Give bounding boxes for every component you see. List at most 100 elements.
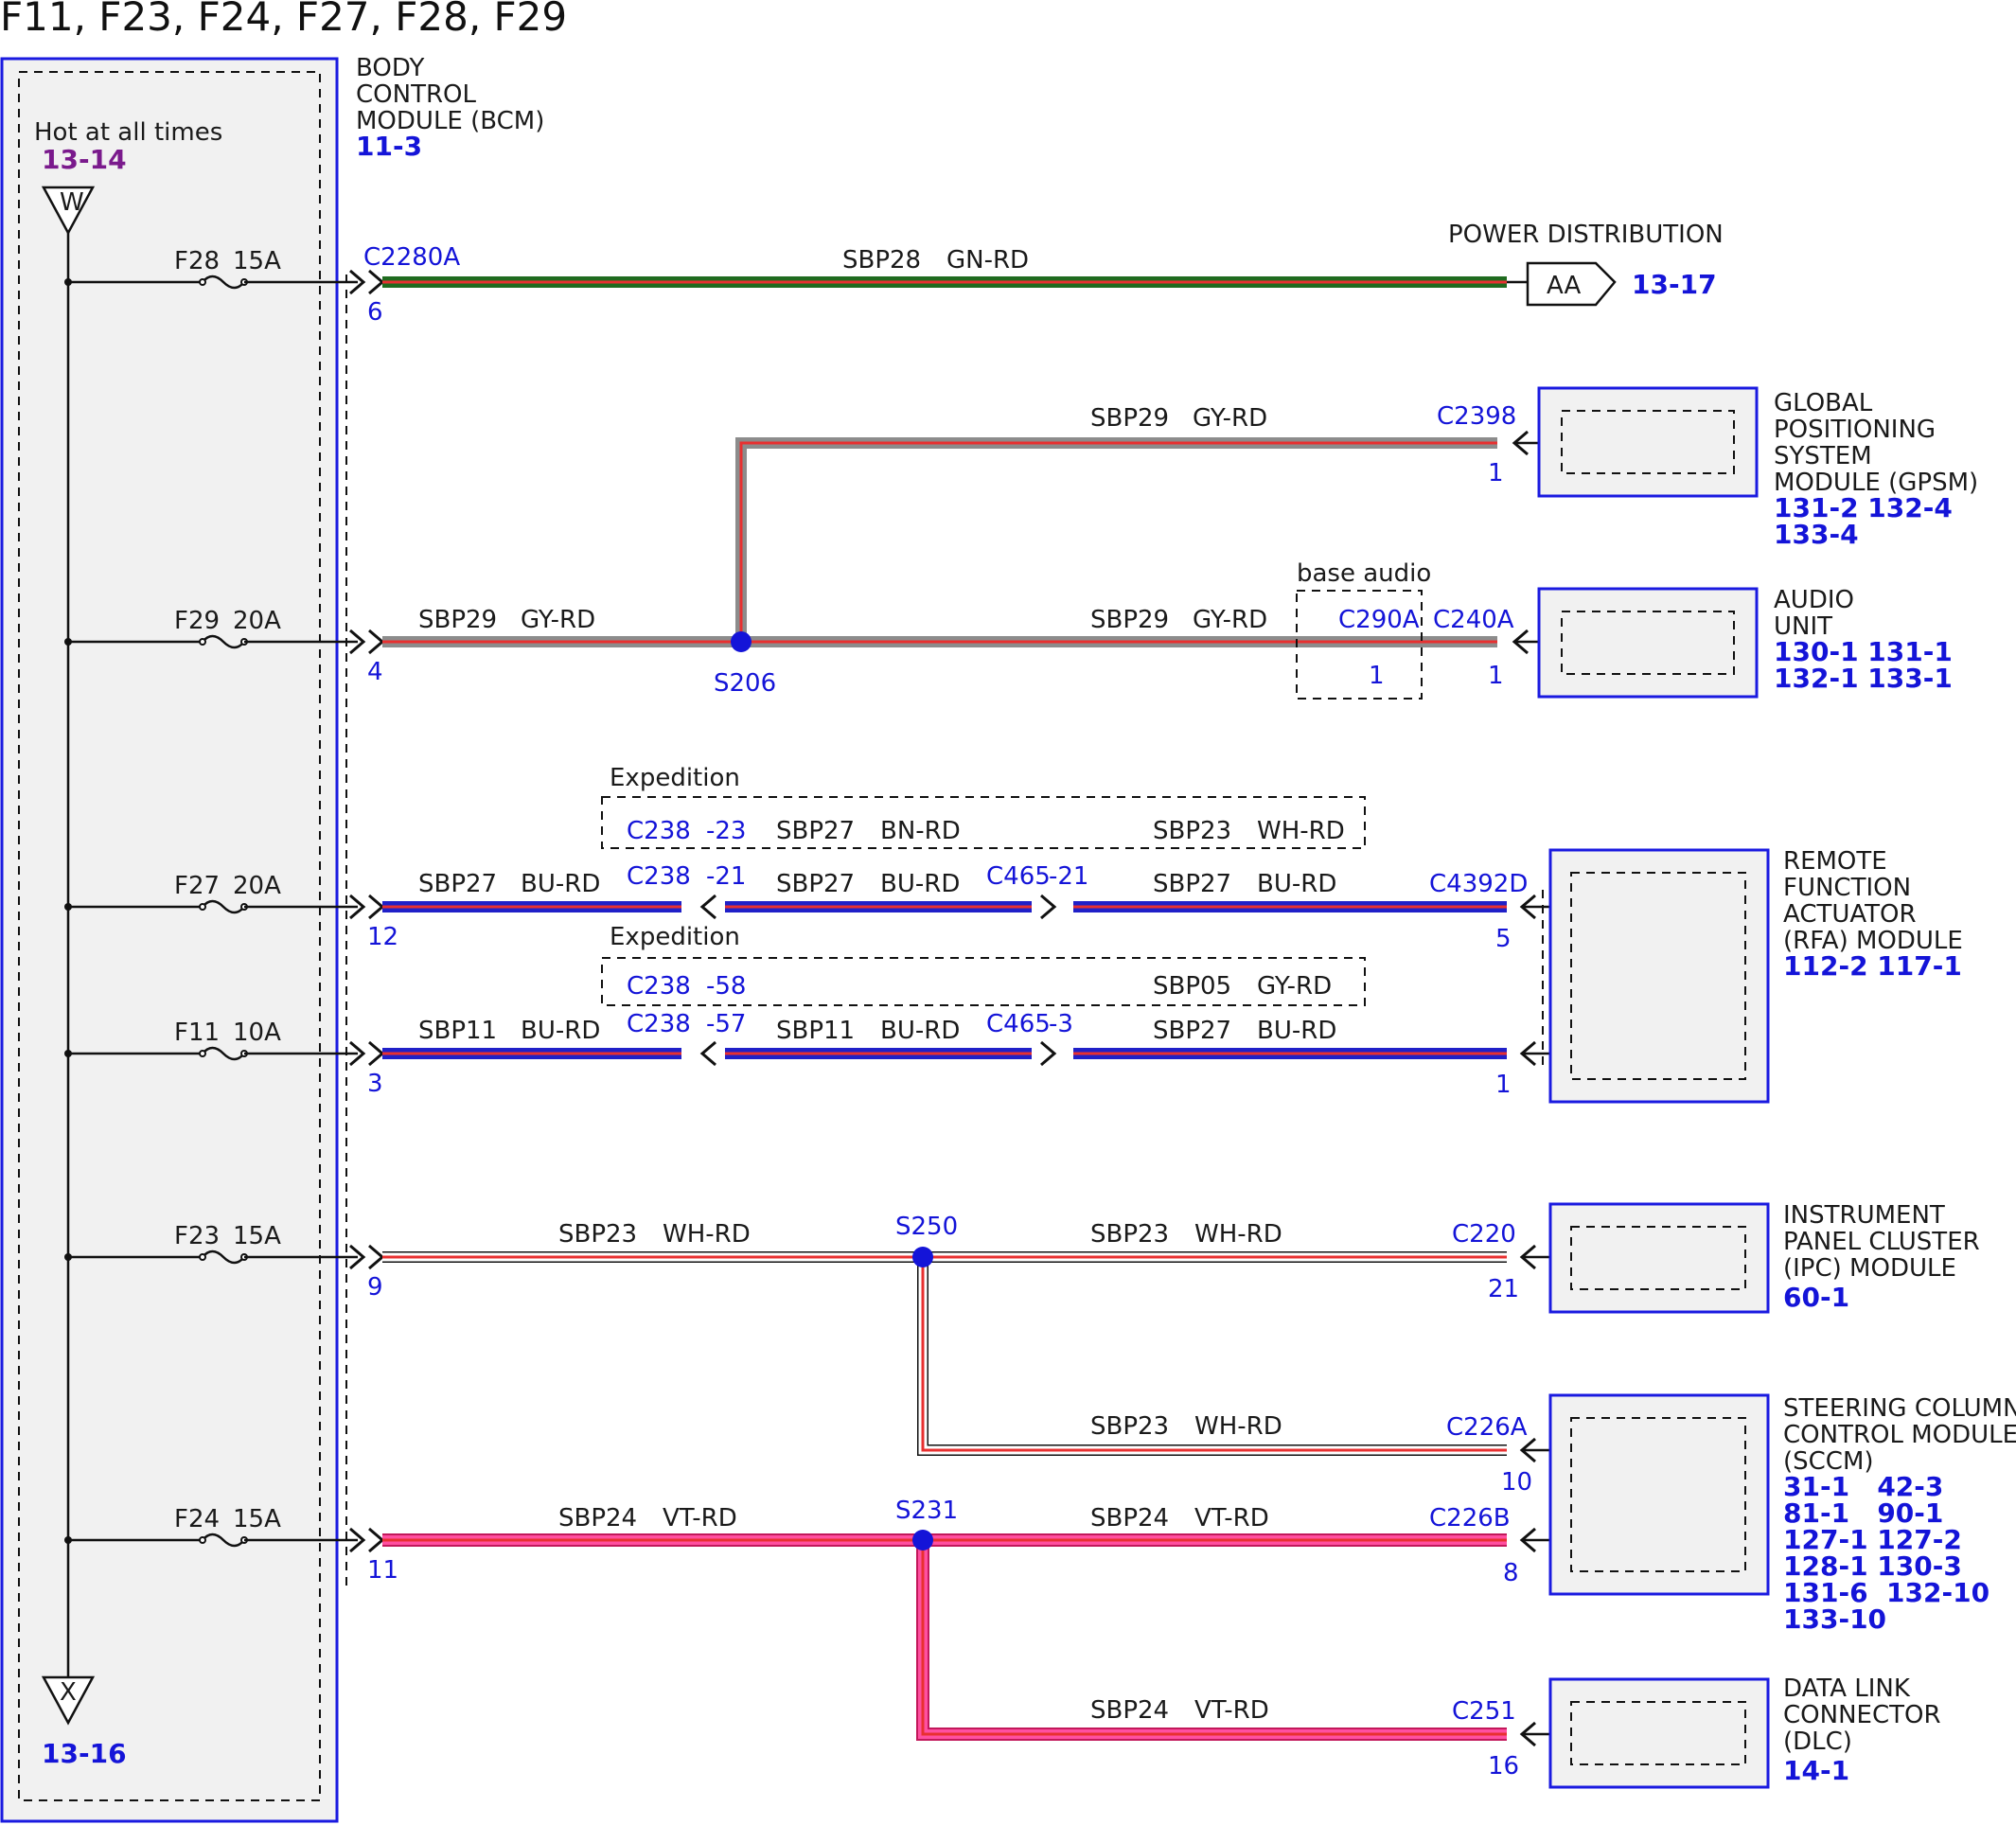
sccm-pin-b: 8: [1503, 1559, 1519, 1587]
fuse-amps: 15A: [233, 1222, 281, 1250]
c238-pin58-connector: C238: [627, 972, 691, 1001]
gpsm-name-2: POSITIONING: [1774, 416, 1936, 444]
c465-pin3-connector: C465: [986, 1010, 1051, 1038]
sbp23-sccm-color: WH-RD: [1194, 1412, 1282, 1441]
ipc-module[interactable]: [1548, 1202, 1770, 1314]
sbp24-dlc-color: VT-RD: [1194, 1696, 1269, 1725]
c238-arrow-1-icon: [699, 894, 716, 920]
sccm-ref-6[interactable]: 133-10: [1783, 1604, 1886, 1635]
base-audio-label: base audio: [1297, 559, 1431, 588]
gpsm-name-1: GLOBAL: [1774, 389, 1873, 417]
dlc-module[interactable]: [1548, 1677, 1770, 1789]
bcm-pin: 4: [367, 658, 383, 686]
dlc-ref-1[interactable]: 14-1: [1783, 1755, 1849, 1786]
fuse-id: F27: [174, 872, 220, 900]
splice-s250-label: S250: [895, 1213, 958, 1241]
gpsm-ref-2[interactable]: 133-4: [1774, 519, 1859, 550]
sbp11-left-color: BU-RD: [521, 1017, 600, 1045]
rfa-connector: C4392D: [1429, 870, 1528, 898]
bcm-pin: 9: [367, 1273, 383, 1302]
ipc-name-2: PANEL CLUSTER: [1783, 1228, 1980, 1256]
power-distribution-label: POWER DISTRIBUTION: [1448, 221, 1724, 249]
bcm-pin: 3: [367, 1070, 383, 1098]
gpsm-pin: 1: [1488, 459, 1504, 487]
splice-s206-icon[interactable]: [731, 631, 752, 652]
splice-s231-label: S231: [895, 1497, 958, 1525]
c238-pin21-connector: C238: [627, 862, 691, 891]
gpsm-module[interactable]: [1537, 386, 1759, 498]
c238-pin57: -57: [706, 1010, 746, 1038]
bcm-block[interactable]: [0, 57, 339, 1823]
sbp23-exp-color: WH-RD: [1257, 817, 1345, 845]
power-distribution-ref[interactable]: 13-17: [1632, 269, 1717, 300]
sbp11-mid-name: SBP11: [776, 1017, 855, 1045]
fuse-end-icon: [199, 903, 206, 911]
sbp29-left-name: SBP29: [418, 606, 497, 634]
sbp27-mid-color: BU-RD: [880, 870, 960, 898]
rfa-module[interactable]: [1548, 848, 1770, 1104]
sbp28-name: SBP28: [842, 246, 921, 275]
splice-s231-icon[interactable]: [912, 1530, 933, 1550]
sbp23-left-color: WH-RD: [663, 1220, 751, 1249]
fuse-end-icon: [199, 638, 206, 646]
sbp11-mid-color: BU-RD: [880, 1017, 960, 1045]
ipc-ref-1[interactable]: 60-1: [1783, 1282, 1849, 1313]
bcm-pin: 6: [367, 298, 383, 327]
dlc-pin: 16: [1488, 1752, 1519, 1781]
rfa-ref-1[interactable]: 112-2 117-1: [1783, 950, 1962, 982]
ipc-pin: 21: [1488, 1275, 1519, 1303]
dlc-name-1: DATA LINK: [1783, 1674, 1911, 1703]
sbp27-rfa-color: BU-RD: [1257, 1017, 1336, 1045]
dlc-connector: C251: [1452, 1697, 1516, 1726]
diagram-title: F11, F23, F24, F27, F28, F29: [0, 0, 567, 40]
c238-pin58: -58: [706, 972, 746, 1001]
c465-arrow-1-icon: [1040, 894, 1057, 920]
bcm-ref[interactable]: 11-3: [356, 131, 422, 162]
audio-unit-module[interactable]: [1537, 587, 1759, 699]
power-distribution-tag: AA: [1547, 272, 1582, 300]
terminal-w-label: W: [60, 188, 84, 217]
sbp28-color: GN-RD: [946, 246, 1029, 275]
audio-pin: 1: [1488, 662, 1504, 690]
rfa-name-3: ACTUATOR: [1783, 900, 1917, 929]
sccm-module[interactable]: [1548, 1393, 1770, 1596]
fuse-id: F28: [174, 247, 220, 275]
fuse-id: F23: [174, 1222, 220, 1250]
bcm-connector-label: C2280A: [363, 243, 460, 272]
fuse-id: F29: [174, 607, 220, 635]
wire-start-arrow-icon: [368, 1244, 385, 1270]
gpsm-name-3: SYSTEM: [1774, 442, 1872, 470]
sbp23-right-name: SBP23: [1090, 1220, 1169, 1249]
wire-sbp24[interactable]: [382, 1533, 1507, 1741]
wire-start-arrow-icon: [368, 1040, 385, 1067]
wire-sbp23[interactable]: [382, 1251, 1507, 1456]
sbp24-left-name: SBP24: [558, 1504, 637, 1533]
sbp27-left-name: SBP27: [418, 870, 497, 898]
splice-s250-icon[interactable]: [912, 1247, 933, 1267]
audio-connector: C240A: [1433, 606, 1514, 634]
fuse-id: F24: [174, 1505, 220, 1533]
bcm-name-line-2: CONTROL: [356, 80, 476, 109]
bcm-name-line-1: BODY: [356, 54, 424, 82]
sbp11-left-name: SBP11: [418, 1017, 497, 1045]
rfa-pin-a: 5: [1495, 925, 1512, 953]
c465-pin21: -21: [1049, 862, 1088, 891]
sbp29-gpsm-name: SBP29: [1090, 404, 1169, 433]
fuse-id: F11: [174, 1019, 220, 1047]
audio-ref-2[interactable]: 132-1 133-1: [1774, 663, 1953, 694]
hot-ref[interactable]: 13-14: [42, 144, 127, 175]
splice-s206-label: S206: [714, 669, 776, 698]
rfa-name-2: FUNCTION: [1783, 874, 1911, 902]
expedition-label-2: Expedition: [610, 923, 740, 951]
sccm-connector-b: C226B: [1429, 1504, 1511, 1533]
bottom-ref[interactable]: 13-16: [42, 1738, 127, 1769]
sbp24-dlc-name: SBP24: [1090, 1696, 1169, 1725]
audio-name-1: AUDIO: [1774, 586, 1854, 614]
bcm-pin: 11: [367, 1556, 398, 1585]
ipc-name-1: INSTRUMENT: [1783, 1201, 1945, 1230]
c465-arrow-2-icon: [1040, 1040, 1057, 1067]
sbp29-right-color: GY-RD: [1193, 606, 1267, 634]
sccm-pin-a: 10: [1501, 1468, 1532, 1497]
c290a-label: C290A: [1338, 606, 1420, 634]
sbp27-mid-name: SBP27: [776, 870, 855, 898]
